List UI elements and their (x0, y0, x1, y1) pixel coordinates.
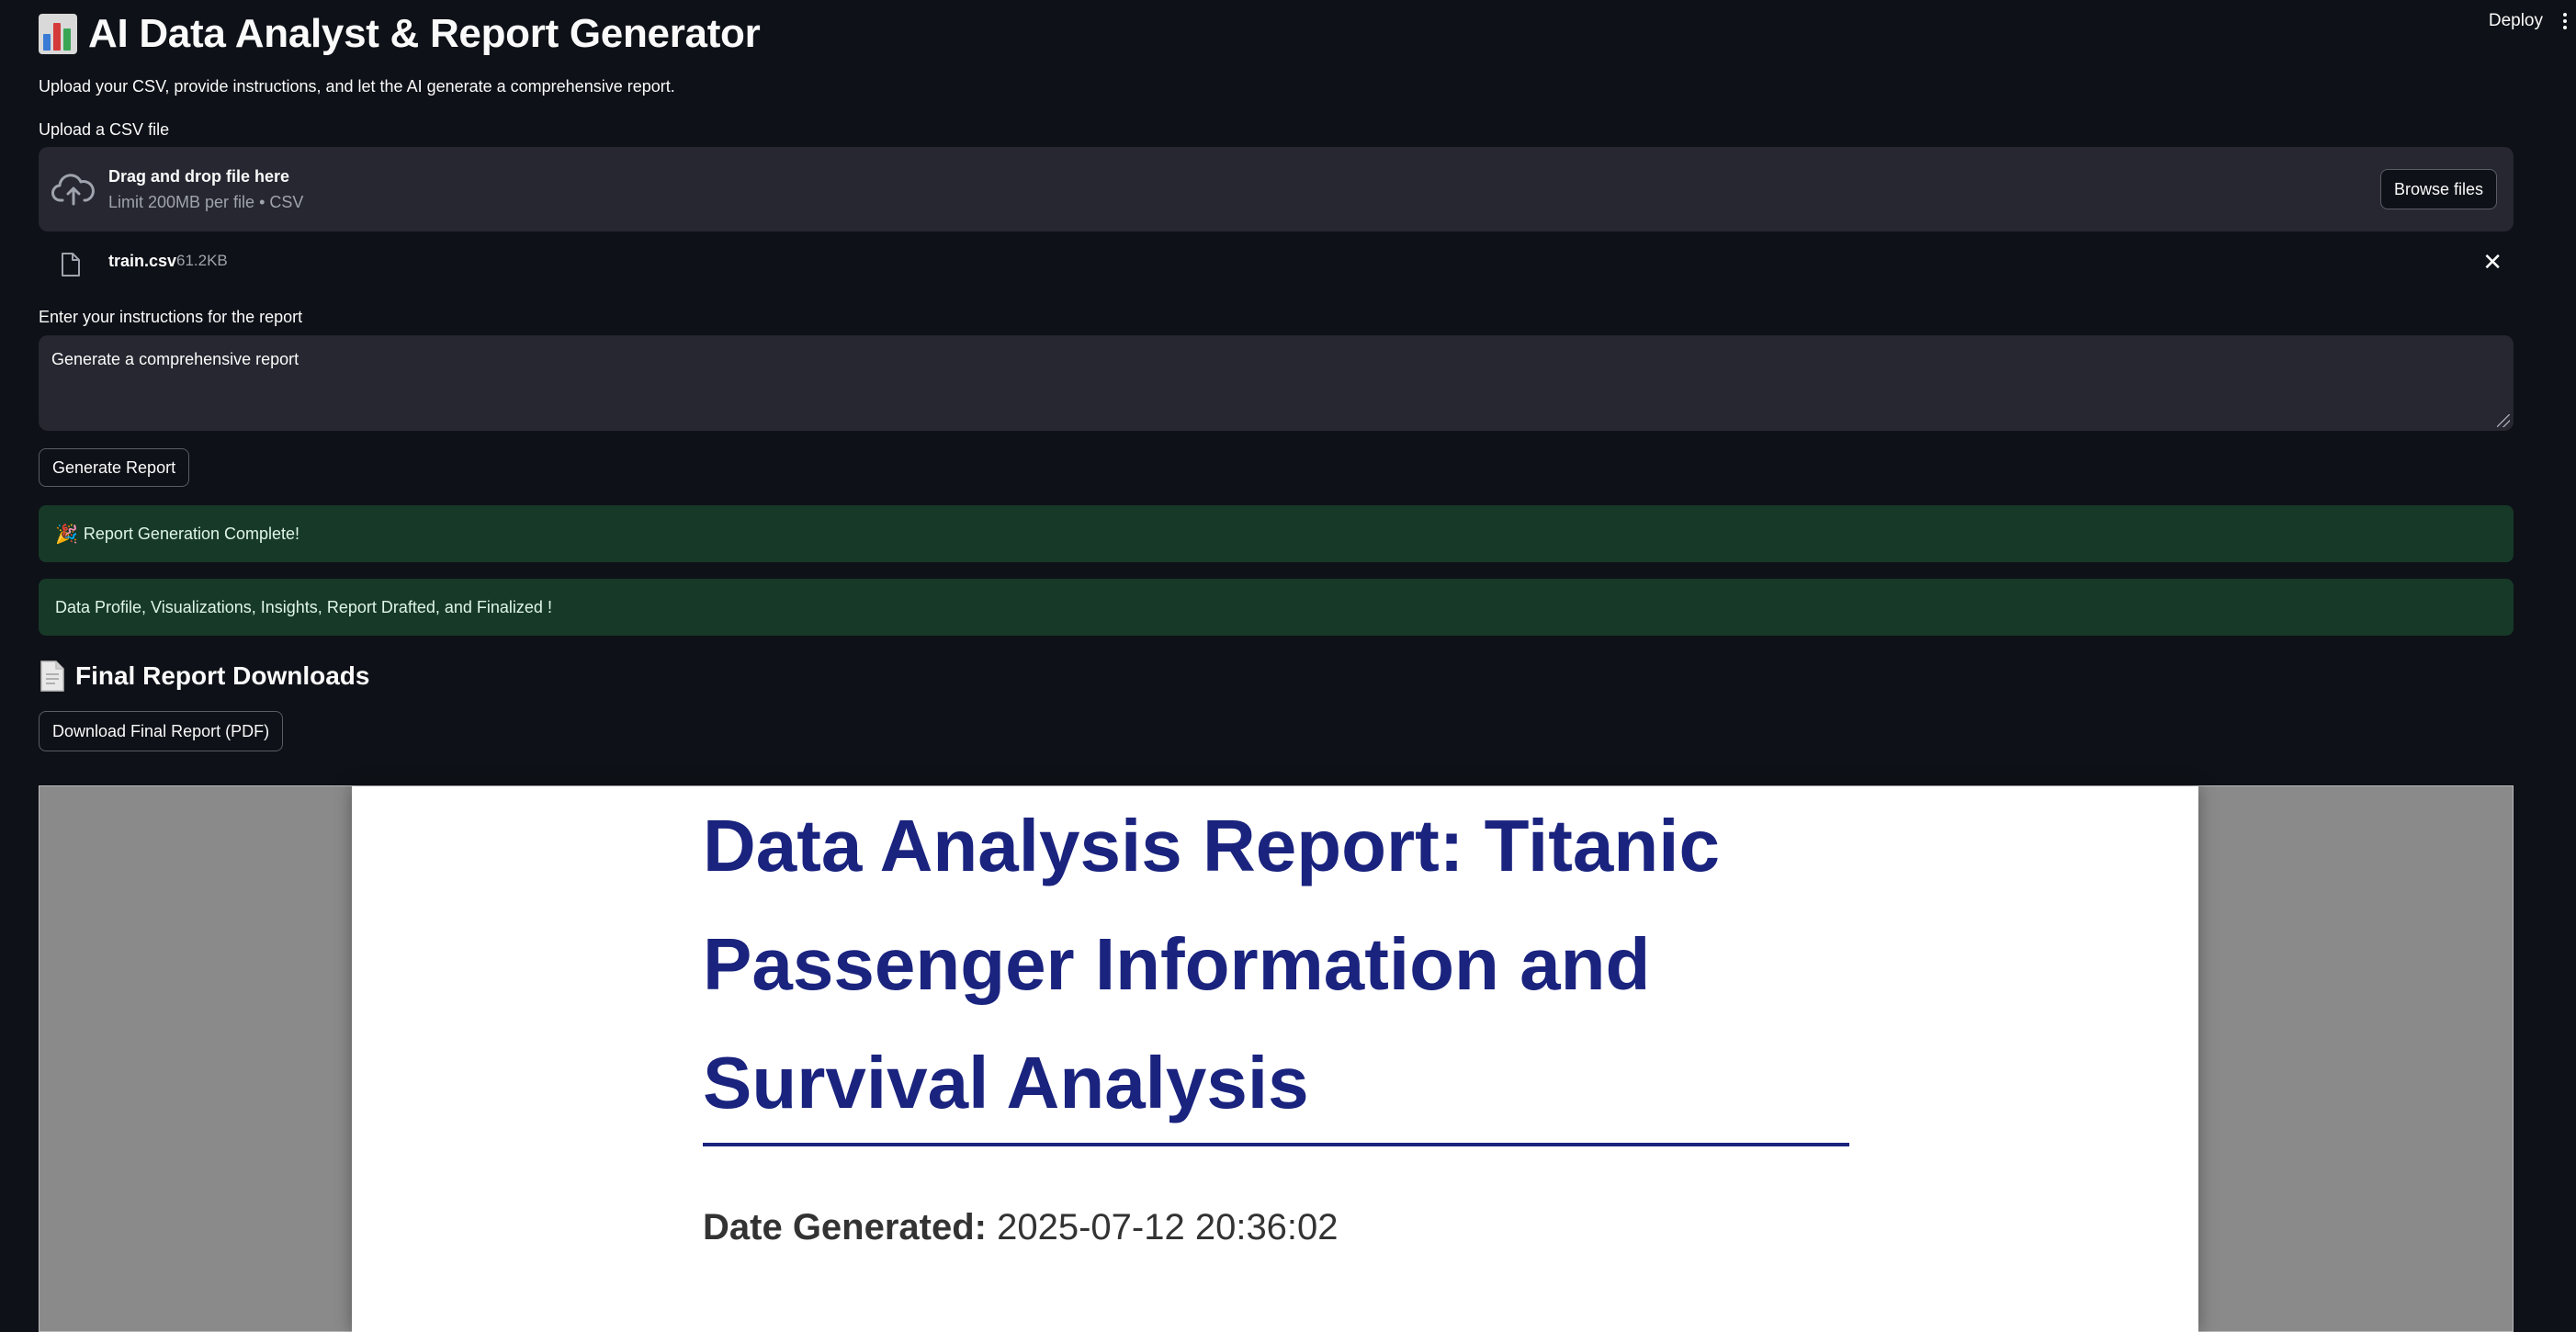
download-pdf-button[interactable]: Download Final Report (PDF) (39, 711, 284, 751)
report-date-label: Date Generated: (703, 1207, 987, 1247)
page-title: AI Data Analyst & Report Generator (88, 11, 761, 56)
instructions-textarea[interactable]: Generate a comprehensive report (39, 335, 2514, 431)
dropzone-limit: Limit 200MB per file • CSV (108, 193, 304, 211)
file-dropzone[interactable]: Drag and drop file here Limit 200MB per … (39, 147, 2514, 231)
success-alert-complete: 🎉 Report Generation Complete! (39, 505, 2514, 562)
deploy-button[interactable]: Deploy (2489, 11, 2543, 31)
report-title-line-3: Survival Analysis (703, 1042, 1309, 1123)
success-alert-steps: Data Profile, Visualizations, Insights, … (39, 579, 2514, 636)
textarea-resize-handle[interactable] (2497, 414, 2510, 427)
downloads-heading: Final Report Downloads (75, 661, 370, 690)
instructions-label: Enter your instructions for the report (39, 308, 303, 326)
page-subtitle: Upload your CSV, provide instructions, a… (39, 77, 675, 96)
top-toolbar: Deploy (2489, 6, 2576, 37)
file-size: 61.2KB (176, 252, 228, 269)
report-title-line-1: Data Analysis Report: Titanic (703, 805, 1720, 886)
alert-steps-text: Data Profile, Visualizations, Insights, … (55, 597, 552, 616)
close-icon[interactable]: ✕ (2482, 250, 2503, 274)
report-title: Data Analysis Report: Titanic Passenger … (703, 786, 1897, 1142)
title-divider (703, 1143, 1849, 1146)
downloads-heading-row: Final Report Downloads (39, 660, 369, 693)
document-icon (40, 660, 64, 692)
pdf-page: Data Analysis Report: Titanic Passenger … (352, 786, 2198, 1332)
cloud-upload-icon (51, 174, 95, 206)
uploaded-file-row: train.csv 61.2KB ✕ (39, 246, 2514, 283)
file-icon (62, 253, 80, 277)
dropzone-text: Drag and drop file here (108, 167, 290, 186)
alert-complete-text: Report Generation Complete! (83, 524, 300, 543)
browse-files-button[interactable]: Browse files (2379, 169, 2497, 209)
upload-label: Upload a CSV file (39, 120, 170, 139)
party-popper-icon: 🎉 (55, 524, 78, 545)
pdf-viewer[interactable]: Data Analysis Report: Titanic Passenger … (39, 785, 2514, 1332)
generate-report-button[interactable]: Generate Report (39, 448, 190, 487)
report-date-value: 2025-07-12 20:36:02 (997, 1207, 1339, 1247)
report-date: Date Generated: 2025-07-12 20:36:02 (703, 1207, 1339, 1248)
report-title-line-2: Passenger Information and (703, 923, 1651, 1005)
file-name: train.csv (108, 252, 177, 270)
kebab-menu-icon[interactable] (2559, 9, 2570, 33)
bar-chart-icon (39, 14, 77, 54)
title-row: AI Data Analyst & Report Generator (39, 11, 761, 57)
